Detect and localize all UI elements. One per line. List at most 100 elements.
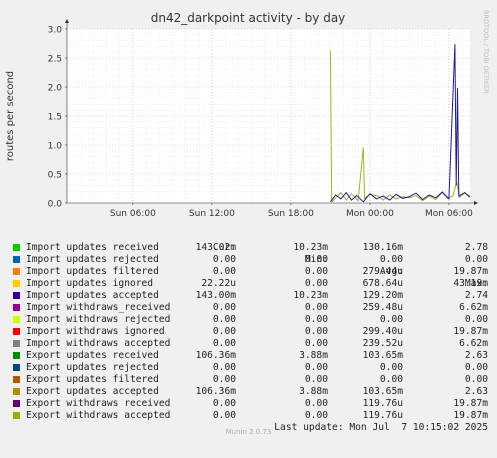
- legend-series-name: Import withdraws ignored: [26, 326, 165, 337]
- munin-version: Munin 2.0.73: [225, 428, 272, 436]
- legend-series-name: Import updates accepted: [26, 290, 159, 301]
- legend-value-avg: 129.20m: [362, 290, 403, 301]
- legend-row: Export withdraws received 0.00 0.00 119.76u…: [10, 398, 488, 410]
- legend-value-cur: 0.00: [212, 254, 236, 265]
- activity-chart: 0.0 0.5 1.0 1.5 2.0 2.5 3.0 Sun 06:00 Sun 12:00 S…: [0, 0, 497, 228]
- legend-value-max: 0.00: [464, 362, 488, 373]
- legend-row: Import updates received 143.02m 10.23m 130.…: [10, 242, 488, 254]
- legend-value-cur: 0.00: [212, 410, 236, 421]
- legend-value-min: 0.00: [304, 398, 328, 409]
- legend-value-avg: 678.64u: [362, 278, 403, 289]
- y-tick-label: 2.0: [48, 84, 63, 94]
- legend-row: Import withdraws ignored 0.00 0.00 299.40u 1…: [10, 326, 488, 338]
- rrdtool-credit: RRDTOOL / TOBI OETIKER: [482, 10, 490, 94]
- legend-value-max: 19.87m: [453, 266, 488, 277]
- legend-value-avg: 299.40u: [362, 326, 403, 337]
- legend-value-cur: 0.00: [212, 338, 236, 349]
- legend-swatch: [13, 340, 20, 347]
- legend-row: Import updates rejected 0.00 0.00 0.00 0.00: [10, 254, 488, 266]
- legend-series-name: Import updates filtered: [26, 266, 159, 277]
- legend-value-max: 19.87m: [453, 398, 488, 409]
- legend-series-name: Export updates rejected: [26, 362, 159, 373]
- legend-value-max: 0.00: [464, 314, 488, 325]
- munin-graph: 0.0 0.5 1.0 1.5 2.0 2.5 3.0 Sun 06:00 Sun 12:00 S…: [0, 0, 497, 443]
- y-tick-label: 3.0: [48, 26, 63, 36]
- legend-swatch: [13, 412, 20, 419]
- legend-series-name: Export updates received: [26, 350, 159, 361]
- x-tick-label: Sun 18:00: [268, 209, 314, 219]
- legend-series-name: Export withdraws received: [26, 398, 171, 409]
- legend-value-cur: 0.00: [212, 266, 236, 277]
- legend-value-min: 3.88m: [299, 350, 328, 361]
- legend-series-name: Import withdraws rejected: [26, 314, 171, 325]
- legend-value-min: 0.00: [304, 266, 328, 277]
- y-tick-label: 1.0: [48, 142, 63, 152]
- legend-series-name: Import updates rejected: [26, 254, 159, 265]
- legend-row: Import updates accepted 143.00m 10.23m 129.…: [10, 290, 488, 302]
- legend-swatch: [13, 376, 20, 383]
- legend-value-avg: 103.65m: [362, 386, 403, 397]
- legend-value-avg: 279.44u: [362, 266, 403, 277]
- legend-value-min: 0.00: [304, 326, 328, 337]
- legend-value-min: 0.00: [304, 338, 328, 349]
- legend-value-cur: 143.00m: [195, 290, 236, 301]
- legend-header: Cur: Min: Avg: Max:: [10, 230, 488, 289]
- y-tick-label: 2.5: [48, 55, 62, 65]
- legend-value-max: 19.87m: [453, 410, 488, 421]
- legend-value-max: 2.63: [464, 386, 488, 397]
- legend-value-min: 0.00: [304, 302, 328, 313]
- legend-value-max: 19.87m: [453, 326, 488, 337]
- legend-value-min: 0.00: [304, 362, 328, 373]
- legend-series-name: Import updates received: [26, 242, 159, 253]
- legend-row: Export updates received 106.36m 3.88m 103.6…: [10, 350, 488, 362]
- legend-value-max: 2.74: [464, 290, 488, 301]
- legend-row: Export updates accepted 106.36m 3.88m 103.6…: [10, 386, 488, 398]
- legend-row: Import withdraws accepted 0.00 0.00 239.52u…: [10, 338, 488, 350]
- legend-value-min: 10.23m: [293, 290, 328, 301]
- legend-value-min: 10.23m: [293, 242, 328, 253]
- legend-value-cur: 0.00: [212, 326, 236, 337]
- legend-value-avg: 0.00: [379, 314, 403, 325]
- legend-value-avg: 119.76u: [362, 398, 403, 409]
- legend-value-cur: 143.02m: [195, 242, 236, 253]
- legend-value-avg: 103.65m: [362, 350, 403, 361]
- legend-value-avg: 0.00: [379, 374, 403, 385]
- legend-swatch: [13, 304, 20, 311]
- legend-value-max: 0.00: [464, 254, 488, 265]
- x-tick-label: Sun 06:00: [110, 209, 156, 219]
- legend-swatch: [13, 268, 20, 275]
- legend-value-avg: 0.00: [379, 254, 403, 265]
- legend-value-max: 43.19m: [453, 278, 488, 289]
- y-tick-label: 1.5: [48, 113, 62, 123]
- legend-value-cur: 0.00: [212, 362, 236, 373]
- legend-value-cur: 0.00: [212, 314, 236, 325]
- legend-value-cur: 106.36m: [195, 386, 236, 397]
- legend-swatch: [13, 328, 20, 335]
- legend-swatch: [13, 364, 20, 371]
- y-axis-label: routes per second: [5, 71, 16, 161]
- legend-value-max: 2.63: [464, 350, 488, 361]
- legend-value-min: 0.00: [304, 314, 328, 325]
- legend-row: Import updates filtered 0.00 0.00 279.44u 19…: [10, 266, 488, 278]
- legend-swatch: [13, 256, 20, 263]
- legend-value-max: 6.62m: [459, 302, 488, 313]
- legend-value-max: 0.00: [464, 374, 488, 385]
- legend-swatch: [13, 316, 20, 323]
- legend-value-min: 0.00: [304, 278, 328, 289]
- legend-row: Export updates rejected 0.00 0.00 0.00 0.00: [10, 362, 488, 374]
- y-tick-label: 0.5: [48, 171, 62, 181]
- legend-value-min: 0.00: [304, 374, 328, 385]
- legend-series-name: Import withdraws_received: [26, 302, 171, 313]
- legend-series-name: Import withdraws accepted: [26, 338, 171, 349]
- y-tick-label: 0.0: [48, 200, 63, 210]
- legend-value-avg: 130.16m: [362, 242, 403, 253]
- legend-value-cur: 0.00: [212, 302, 236, 313]
- legend-value-max: 6.62m: [459, 338, 488, 349]
- legend-row: Export updates filtered 0.00 0.00 0.00 0.00: [10, 374, 488, 386]
- legend-swatch: [13, 352, 20, 359]
- legend-swatch: [13, 244, 20, 251]
- legend-series-name: Import updates ignored: [26, 278, 154, 289]
- legend-value-min: 0.00: [304, 254, 328, 265]
- legend-series-name: Export updates filtered: [26, 374, 159, 385]
- legend-value-avg: 259.48u: [362, 302, 403, 313]
